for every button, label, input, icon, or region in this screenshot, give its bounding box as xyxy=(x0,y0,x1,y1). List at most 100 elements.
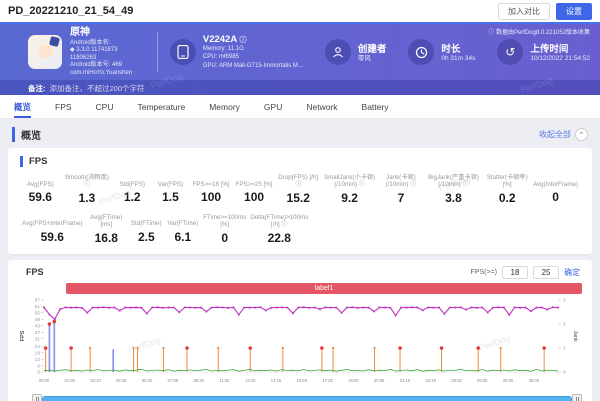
creator-icon xyxy=(325,39,351,65)
stat-value: 15.2 xyxy=(278,191,319,205)
fps-threshold-label: FPS(>=) xyxy=(471,269,497,276)
chart-range-scrollbar[interactable] xyxy=(32,394,582,401)
svg-text:25:20: 25:20 xyxy=(451,378,462,383)
stat-value: 0 xyxy=(533,190,578,204)
page-title: PD_20221210_21_54_49 xyxy=(8,5,133,17)
stat-value: 0.2 xyxy=(485,191,529,205)
note-placeholder: 添加备注，不超过200个字符 xyxy=(50,83,145,94)
report-header-card: ⓘ 数据由PerfDog8.0.221052版本收集 PerfDog PerfD… xyxy=(0,22,600,95)
svg-text:00:00: 00:00 xyxy=(39,378,50,383)
svg-text:04:45: 04:45 xyxy=(116,378,127,383)
svg-text:Jank: Jank xyxy=(572,330,578,342)
note-bar[interactable]: 备注: 添加备注，不超过200个字符 xyxy=(0,80,600,95)
svg-text:19:00: 19:00 xyxy=(348,378,359,383)
chart-annotation-band[interactable]: label1 xyxy=(66,283,582,294)
android-version-label: Android版本名: xyxy=(70,40,145,48)
confirm-button[interactable]: 确定 xyxy=(564,267,580,278)
stat-value: 22.8 xyxy=(250,231,308,245)
device-gpu: GPU: ARM Mali-G715-Immortalis M... xyxy=(203,62,303,70)
fps-stats-row1: Avg(FPS)59.6 Smooth(流畅度) ⓘ1.3 Std(FPS)1.… xyxy=(20,174,580,205)
collector-version-note: ⓘ 数据由PerfDog8.0.221052版本收集 xyxy=(488,27,590,36)
svg-text:17:25: 17:25 xyxy=(322,378,333,383)
tab-memory[interactable]: Memory xyxy=(209,95,240,118)
fps-time-series-chart[interactable]: 06121824313743495561670123FPSJank00:0001… xyxy=(18,296,582,388)
scrollbar-handle-right[interactable] xyxy=(572,394,582,401)
tab-temperature[interactable]: Temperature xyxy=(138,95,186,118)
stat-value: 59.6 xyxy=(22,190,59,204)
svg-text:07:55: 07:55 xyxy=(168,378,179,383)
svg-text:22:10: 22:10 xyxy=(400,378,411,383)
svg-text:12: 12 xyxy=(35,357,41,363)
svg-text:55: 55 xyxy=(35,310,41,316)
metric-tabs: 概览 FPS CPU Temperature Memory GPU Networ… xyxy=(0,95,600,119)
svg-text:26:55: 26:55 xyxy=(477,378,488,383)
android-version-value: 3.3.0 11741873 11806263 xyxy=(70,47,118,61)
stat-value: 6.1 xyxy=(167,230,200,244)
divider xyxy=(157,32,158,72)
svg-text:15:50: 15:50 xyxy=(297,378,308,383)
svg-text:20:35: 20:35 xyxy=(374,378,385,383)
tab-cpu[interactable]: CPU xyxy=(96,95,114,118)
svg-text:18: 18 xyxy=(35,350,41,356)
fps-stats-row2: Avg(FPS+InterFrame)59.6 Avg(FTime) [ms]1… xyxy=(20,214,580,245)
fps-threshold-input-2[interactable] xyxy=(533,266,559,279)
svg-text:14:15: 14:15 xyxy=(271,378,282,383)
svg-text:0: 0 xyxy=(37,369,40,375)
svg-text:37: 37 xyxy=(35,330,41,336)
info-icon[interactable]: ⓘ xyxy=(239,37,246,44)
device-cpu: CPU: mt6985 xyxy=(203,53,303,61)
svg-text:49: 49 xyxy=(35,317,41,323)
svg-text:43: 43 xyxy=(35,323,41,329)
collapse-chevron-icon[interactable]: ⌃ xyxy=(575,128,588,141)
svg-text:FPS: FPS xyxy=(20,330,26,341)
stat-value: 100 xyxy=(235,190,274,204)
fps-panel-title: FPS xyxy=(20,156,580,167)
phone-icon xyxy=(170,39,196,65)
svg-text:0: 0 xyxy=(563,369,566,375)
tab-battery[interactable]: Battery xyxy=(362,95,389,118)
svg-text:67: 67 xyxy=(35,297,41,303)
note-label: 备注: xyxy=(28,83,46,94)
stat-value: 16.8 xyxy=(87,231,126,245)
svg-text:3: 3 xyxy=(563,297,566,303)
scrollbar-track[interactable] xyxy=(42,396,572,401)
settings-button[interactable]: 设置 xyxy=(556,3,592,20)
upload-time-label: 上传时间 xyxy=(530,41,590,55)
svg-text:06:20: 06:20 xyxy=(142,378,153,383)
android-build: Android版本号: 469 xyxy=(70,62,145,70)
svg-text:6: 6 xyxy=(37,363,40,369)
tab-gpu[interactable]: GPU xyxy=(264,95,282,118)
tab-fps[interactable]: FPS xyxy=(55,95,72,118)
package-name: com.miHoYo.Yuanshen xyxy=(70,70,145,78)
duration-clock-icon xyxy=(408,39,434,65)
stat-value: 9.2 xyxy=(323,191,376,205)
stat-value: 0 xyxy=(203,231,246,245)
svg-text:12:40: 12:40 xyxy=(245,378,256,383)
collapse-all-link[interactable]: 收起全部 xyxy=(539,129,571,140)
stat-value: 3.8 xyxy=(426,191,482,205)
chart-title: FPS xyxy=(26,267,44,277)
upload-time-icon: ↺ xyxy=(497,39,523,65)
svg-text:28:30: 28:30 xyxy=(503,378,514,383)
svg-text:01:35: 01:35 xyxy=(65,378,76,383)
svg-text:03:10: 03:10 xyxy=(90,378,101,383)
stat-value: 1.3 xyxy=(63,191,112,205)
svg-text:24: 24 xyxy=(35,344,41,350)
svg-text:11:05: 11:05 xyxy=(219,378,230,383)
stat-value: 1.2 xyxy=(115,190,149,204)
game-app-icon xyxy=(28,35,62,69)
svg-text:31: 31 xyxy=(35,336,41,342)
stat-value: 59.6 xyxy=(22,230,83,244)
tab-overview[interactable]: 概览 xyxy=(14,95,31,118)
tab-network[interactable]: Network xyxy=(306,95,337,118)
svg-text:2: 2 xyxy=(563,321,566,327)
fps-chart-card: PerfDog PerfDog FPS FPS(>=) 确定 label1 06… xyxy=(8,260,592,401)
device-memory: Memory: 11.1G xyxy=(203,45,303,53)
stat-value: 2.5 xyxy=(130,230,163,244)
join-compare-button[interactable]: 加入对比 xyxy=(498,3,550,20)
scrollbar-handle-left[interactable] xyxy=(32,394,42,401)
creator-label: 创建者 xyxy=(358,41,387,55)
upload-time-value: 10/12/2022 21:54:52 xyxy=(530,55,590,64)
stat-value: 1.5 xyxy=(153,190,187,204)
fps-threshold-input-1[interactable] xyxy=(502,266,528,279)
